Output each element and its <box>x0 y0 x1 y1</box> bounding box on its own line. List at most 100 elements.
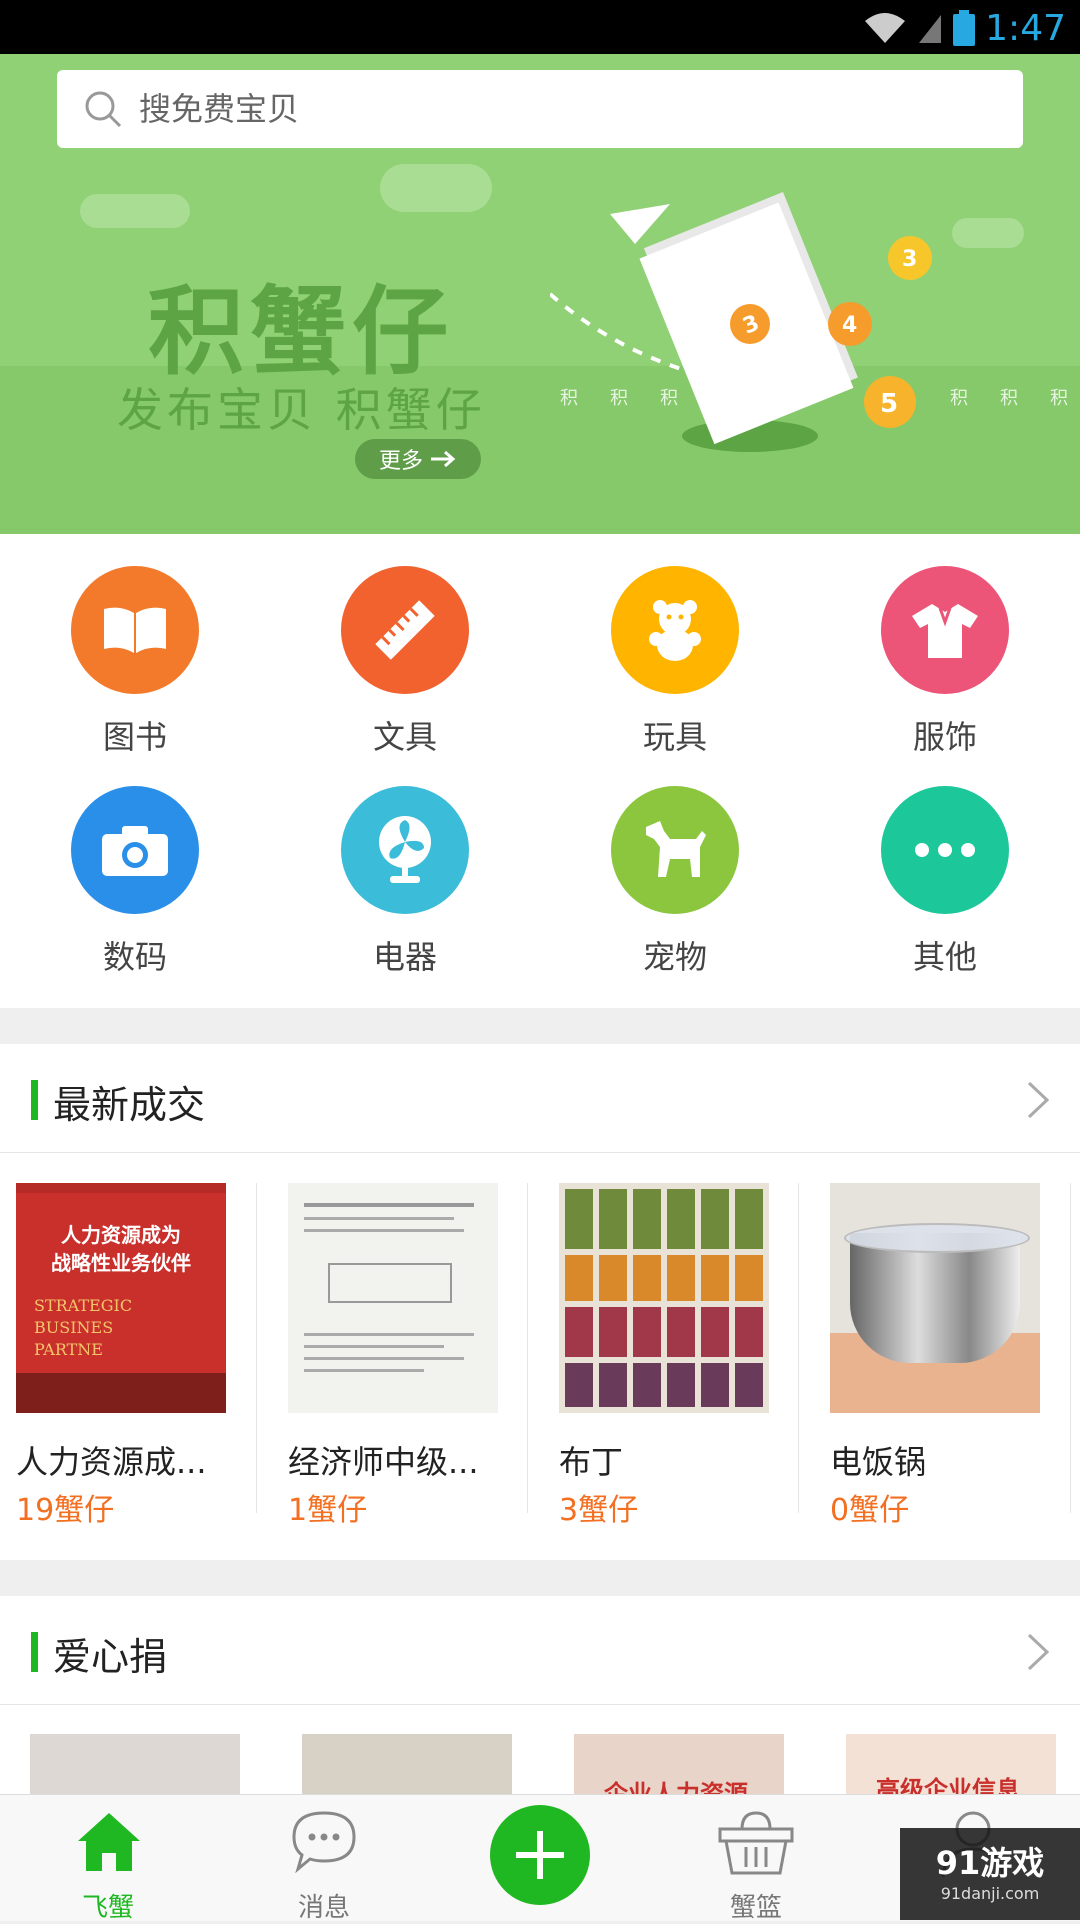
svg-text:3: 3 <box>902 247 917 272</box>
deal-thumbnail <box>559 1183 769 1413</box>
arrow-right-icon <box>431 450 456 468</box>
more-dots-icon <box>915 843 975 857</box>
svg-text:积: 积 <box>660 388 678 409</box>
nav-label: 蟹篮 <box>729 1893 782 1923</box>
chat-bubble-icon <box>292 1811 356 1873</box>
deal-price: 1蟹仔 <box>288 1493 368 1528</box>
deal-title: 电饭锅 <box>830 1443 927 1481</box>
category-pets[interactable]: 宠物 <box>575 786 775 978</box>
category-circle <box>611 786 739 914</box>
category-appliances[interactable]: 电器 <box>305 786 505 978</box>
category-circle <box>881 566 1009 694</box>
deal-thumbnail: 人力资源成为 战略性业务伙伴 STRATEGIC BUSINES PARTNE <box>16 1183 226 1413</box>
deal-title: 布丁 <box>559 1443 624 1481</box>
category-circle <box>71 786 199 914</box>
nav-home[interactable]: 飞蟹 <box>28 1795 188 1923</box>
watermark: 91游戏 91danji.com <box>900 1828 1080 1920</box>
plus-icon <box>516 1831 564 1879</box>
teddy-bear-icon <box>649 600 701 661</box>
deal-item[interactable]: 经济师中级... 1蟹仔 <box>272 1153 542 1533</box>
category-toys[interactable]: 玩具 <box>575 566 775 758</box>
signal-icon <box>919 15 942 43</box>
section-accent-bar <box>31 1080 38 1120</box>
banner-more-button[interactable]: 更多 <box>355 439 481 479</box>
section-accent-bar <box>31 1632 38 1672</box>
deal-item[interactable]: 电饭锅 0蟹仔 <box>814 1153 1080 1533</box>
fan-icon <box>379 816 431 883</box>
book-icon <box>104 607 166 653</box>
nav-messages[interactable]: 消息 <box>244 1795 404 1923</box>
deal-item[interactable]: 人力资源成为 战略性业务伙伴 STRATEGIC BUSINES PARTNE 人力资… <box>0 1153 270 1533</box>
dog-icon <box>646 821 706 877</box>
book-cover-title: 人力资源成为 战略性业务伙伴 <box>51 1223 191 1275</box>
section-title: 爱心捐 <box>53 1635 168 1679</box>
category-circle <box>341 566 469 694</box>
category-grid: 图书 文具 玩具 服饰 数码 电器 宠物 其他 <box>0 534 1080 1008</box>
wifi-icon <box>865 13 906 43</box>
publish-button[interactable] <box>490 1805 590 1905</box>
search-icon <box>85 91 122 128</box>
battery-icon <box>953 10 976 46</box>
category-circle <box>71 566 199 694</box>
chevron-right-icon[interactable] <box>1026 1080 1050 1120</box>
category-books[interactable]: 图书 <box>35 566 235 758</box>
watermark-url: 91danji.com <box>940 1884 1040 1903</box>
category-label: 其他 <box>912 938 977 976</box>
svg-text:4: 4 <box>842 313 857 338</box>
section-title: 最新成交 <box>53 1083 206 1127</box>
svg-text:积: 积 <box>610 388 628 409</box>
banner-title: 积蟹仔 <box>148 276 454 388</box>
chevron-right-icon[interactable] <box>1026 1632 1050 1672</box>
deal-price: 3蟹仔 <box>559 1493 639 1528</box>
category-label: 服饰 <box>912 718 977 756</box>
banner-subtitle: 发布宝贝 积蟹仔 <box>117 383 486 437</box>
deal-thumbnail <box>288 1183 498 1413</box>
category-label: 数码 <box>102 938 167 976</box>
nav-basket[interactable]: 蟹篮 <box>676 1795 836 1923</box>
donation-section: 爱心捐 企业人力资源 高级企业信息 <box>0 1596 1080 1808</box>
category-label: 图书 <box>102 718 167 756</box>
svg-text:积: 积 <box>1050 388 1068 409</box>
paper-plane-icon <box>610 204 670 244</box>
category-circle <box>341 786 469 914</box>
svg-text:5: 5 <box>880 389 898 419</box>
promo-banner[interactable]: 积蟹仔 发布宝贝 积蟹仔 更多 3 3 4 5 积 积 积 <box>0 54 1080 534</box>
category-label: 玩具 <box>642 718 707 756</box>
banner-more-label: 更多 <box>378 449 423 474</box>
coin-icon: 4 <box>828 302 872 346</box>
book-cover-subtitle: STRATEGIC BUSINES PARTNE <box>34 1296 133 1359</box>
section-header[interactable]: 最新成交 <box>0 1044 1080 1153</box>
deal-title: 经济师中级... <box>288 1443 479 1481</box>
camera-icon <box>102 826 168 876</box>
deal-thumbnail <box>830 1183 1040 1413</box>
category-label: 电器 <box>372 938 437 976</box>
nav-label: 消息 <box>297 1893 350 1923</box>
nav-label: 飞蟹 <box>81 1893 134 1923</box>
clock: 1:47 <box>985 7 1066 49</box>
shirt-icon <box>912 604 978 658</box>
category-circle <box>881 786 1009 914</box>
svg-text:积: 积 <box>560 388 578 409</box>
search-input[interactable] <box>137 89 941 129</box>
ruler-icon <box>375 600 435 660</box>
deal-title: 人力资源成... <box>16 1443 207 1481</box>
banner-illustration: 3 3 4 5 积 积 积 积 积 积 <box>550 192 1068 452</box>
cloud-decoration <box>380 164 492 212</box>
svg-text:积: 积 <box>1000 388 1018 409</box>
coin-icon: 3 <box>888 236 932 280</box>
status-bar: 1:47 <box>0 0 1080 54</box>
category-digital[interactable]: 数码 <box>35 786 235 978</box>
category-others[interactable]: 其他 <box>845 786 1045 978</box>
search-bar[interactable] <box>57 70 1023 148</box>
svg-text:积: 积 <box>950 388 968 409</box>
deal-price: 0蟹仔 <box>830 1493 910 1528</box>
deal-item[interactable]: 布丁 3蟹仔 <box>543 1153 813 1533</box>
category-stationery[interactable]: 文具 <box>305 566 505 758</box>
basket-icon <box>718 1811 794 1875</box>
watermark-logo: 91游戏 <box>935 1844 1045 1882</box>
coin-icon: 5 <box>864 376 916 428</box>
section-header[interactable]: 爱心捐 <box>0 1596 1080 1705</box>
latest-deals-section: 最新成交 人力资源成为 战略性业务伙伴 STRATEGIC BUSINES PARTN… <box>0 1044 1080 1560</box>
category-label: 文具 <box>372 718 437 756</box>
category-apparel[interactable]: 服饰 <box>845 566 1045 758</box>
